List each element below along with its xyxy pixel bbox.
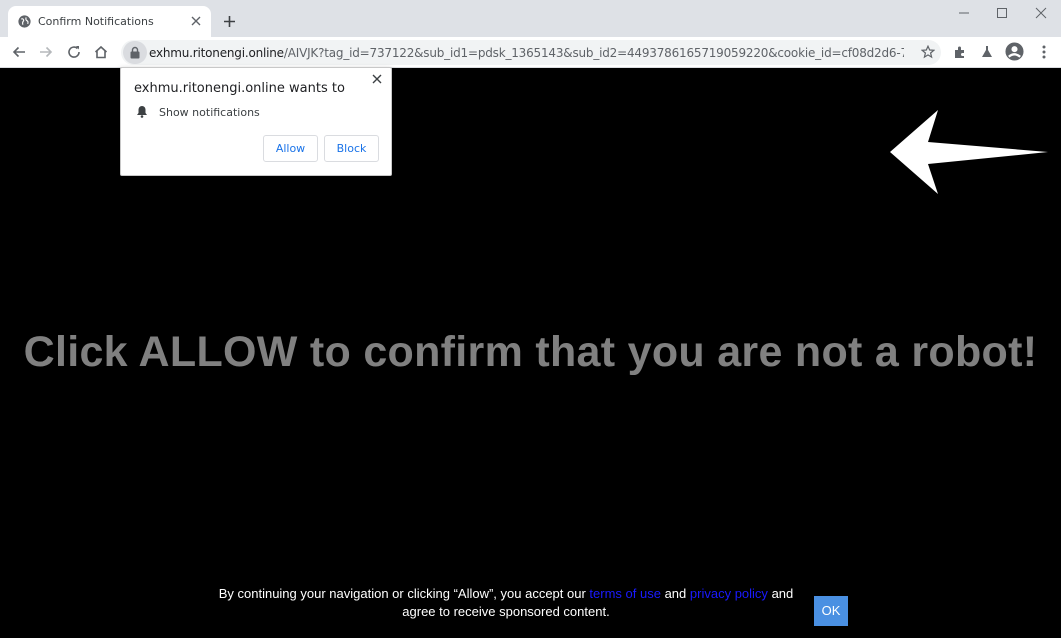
extensions-icon[interactable]	[952, 44, 968, 60]
star-icon[interactable]	[921, 45, 935, 59]
address-bar[interactable]: exhmu.ritonengi.online/AIVJK?tag_id=7371…	[121, 40, 941, 65]
tab-bar: Confirm Notifications	[0, 0, 1061, 37]
tab-close-icon[interactable]	[189, 14, 203, 28]
notification-permission-popup: exhmu.ritonengi.online wants to Show not…	[120, 67, 392, 176]
lock-icon	[130, 46, 140, 59]
url-text[interactable]: exhmu.ritonengi.online/AIVJK?tag_id=7371…	[149, 46, 904, 60]
url-path: /AIVJK?tag_id=737122&sub_id1=pdsk_136514…	[283, 46, 904, 60]
close-icon[interactable]	[371, 73, 383, 85]
minimize-icon[interactable]	[957, 6, 971, 20]
plus-icon[interactable]	[222, 14, 237, 29]
reload-icon[interactable]	[66, 44, 82, 60]
browser-tab[interactable]: Confirm Notifications	[8, 6, 211, 37]
window-close-icon[interactable]	[1034, 6, 1048, 20]
ok-button[interactable]: OK	[814, 596, 848, 626]
arrow-icon	[890, 110, 1048, 194]
globe-icon	[18, 15, 31, 28]
forward-icon[interactable]	[38, 44, 54, 60]
home-icon[interactable]	[93, 44, 109, 60]
consent-and: and	[664, 586, 687, 601]
bell-icon	[137, 106, 147, 118]
tab-title: Confirm Notifications	[38, 15, 154, 28]
page-headline: Click ALLOW to confirm that you are not …	[23, 328, 1038, 376]
consent-text: By continuing your navigation or clickin…	[210, 585, 802, 621]
url-host: exhmu.ritonengi.online	[149, 46, 284, 60]
back-icon[interactable]	[11, 44, 27, 60]
terms-link[interactable]: terms of use	[589, 586, 661, 601]
popup-title: exhmu.ritonengi.online wants to	[134, 81, 345, 96]
profile-icon[interactable]	[1005, 42, 1024, 61]
consent-prefix: By continuing your navigation or clickin…	[218, 586, 586, 601]
menu-icon[interactable]	[1036, 44, 1052, 60]
maximize-icon[interactable]	[995, 6, 1009, 20]
browser-toolbar: exhmu.ritonengi.online/AIVJK?tag_id=7371…	[0, 37, 1061, 68]
block-button[interactable]: Block	[324, 135, 379, 162]
privacy-link[interactable]: privacy policy	[690, 586, 768, 601]
permission-label: Show notifications	[159, 106, 260, 119]
labs-icon[interactable]	[979, 44, 995, 60]
allow-button[interactable]: Allow	[263, 135, 318, 162]
